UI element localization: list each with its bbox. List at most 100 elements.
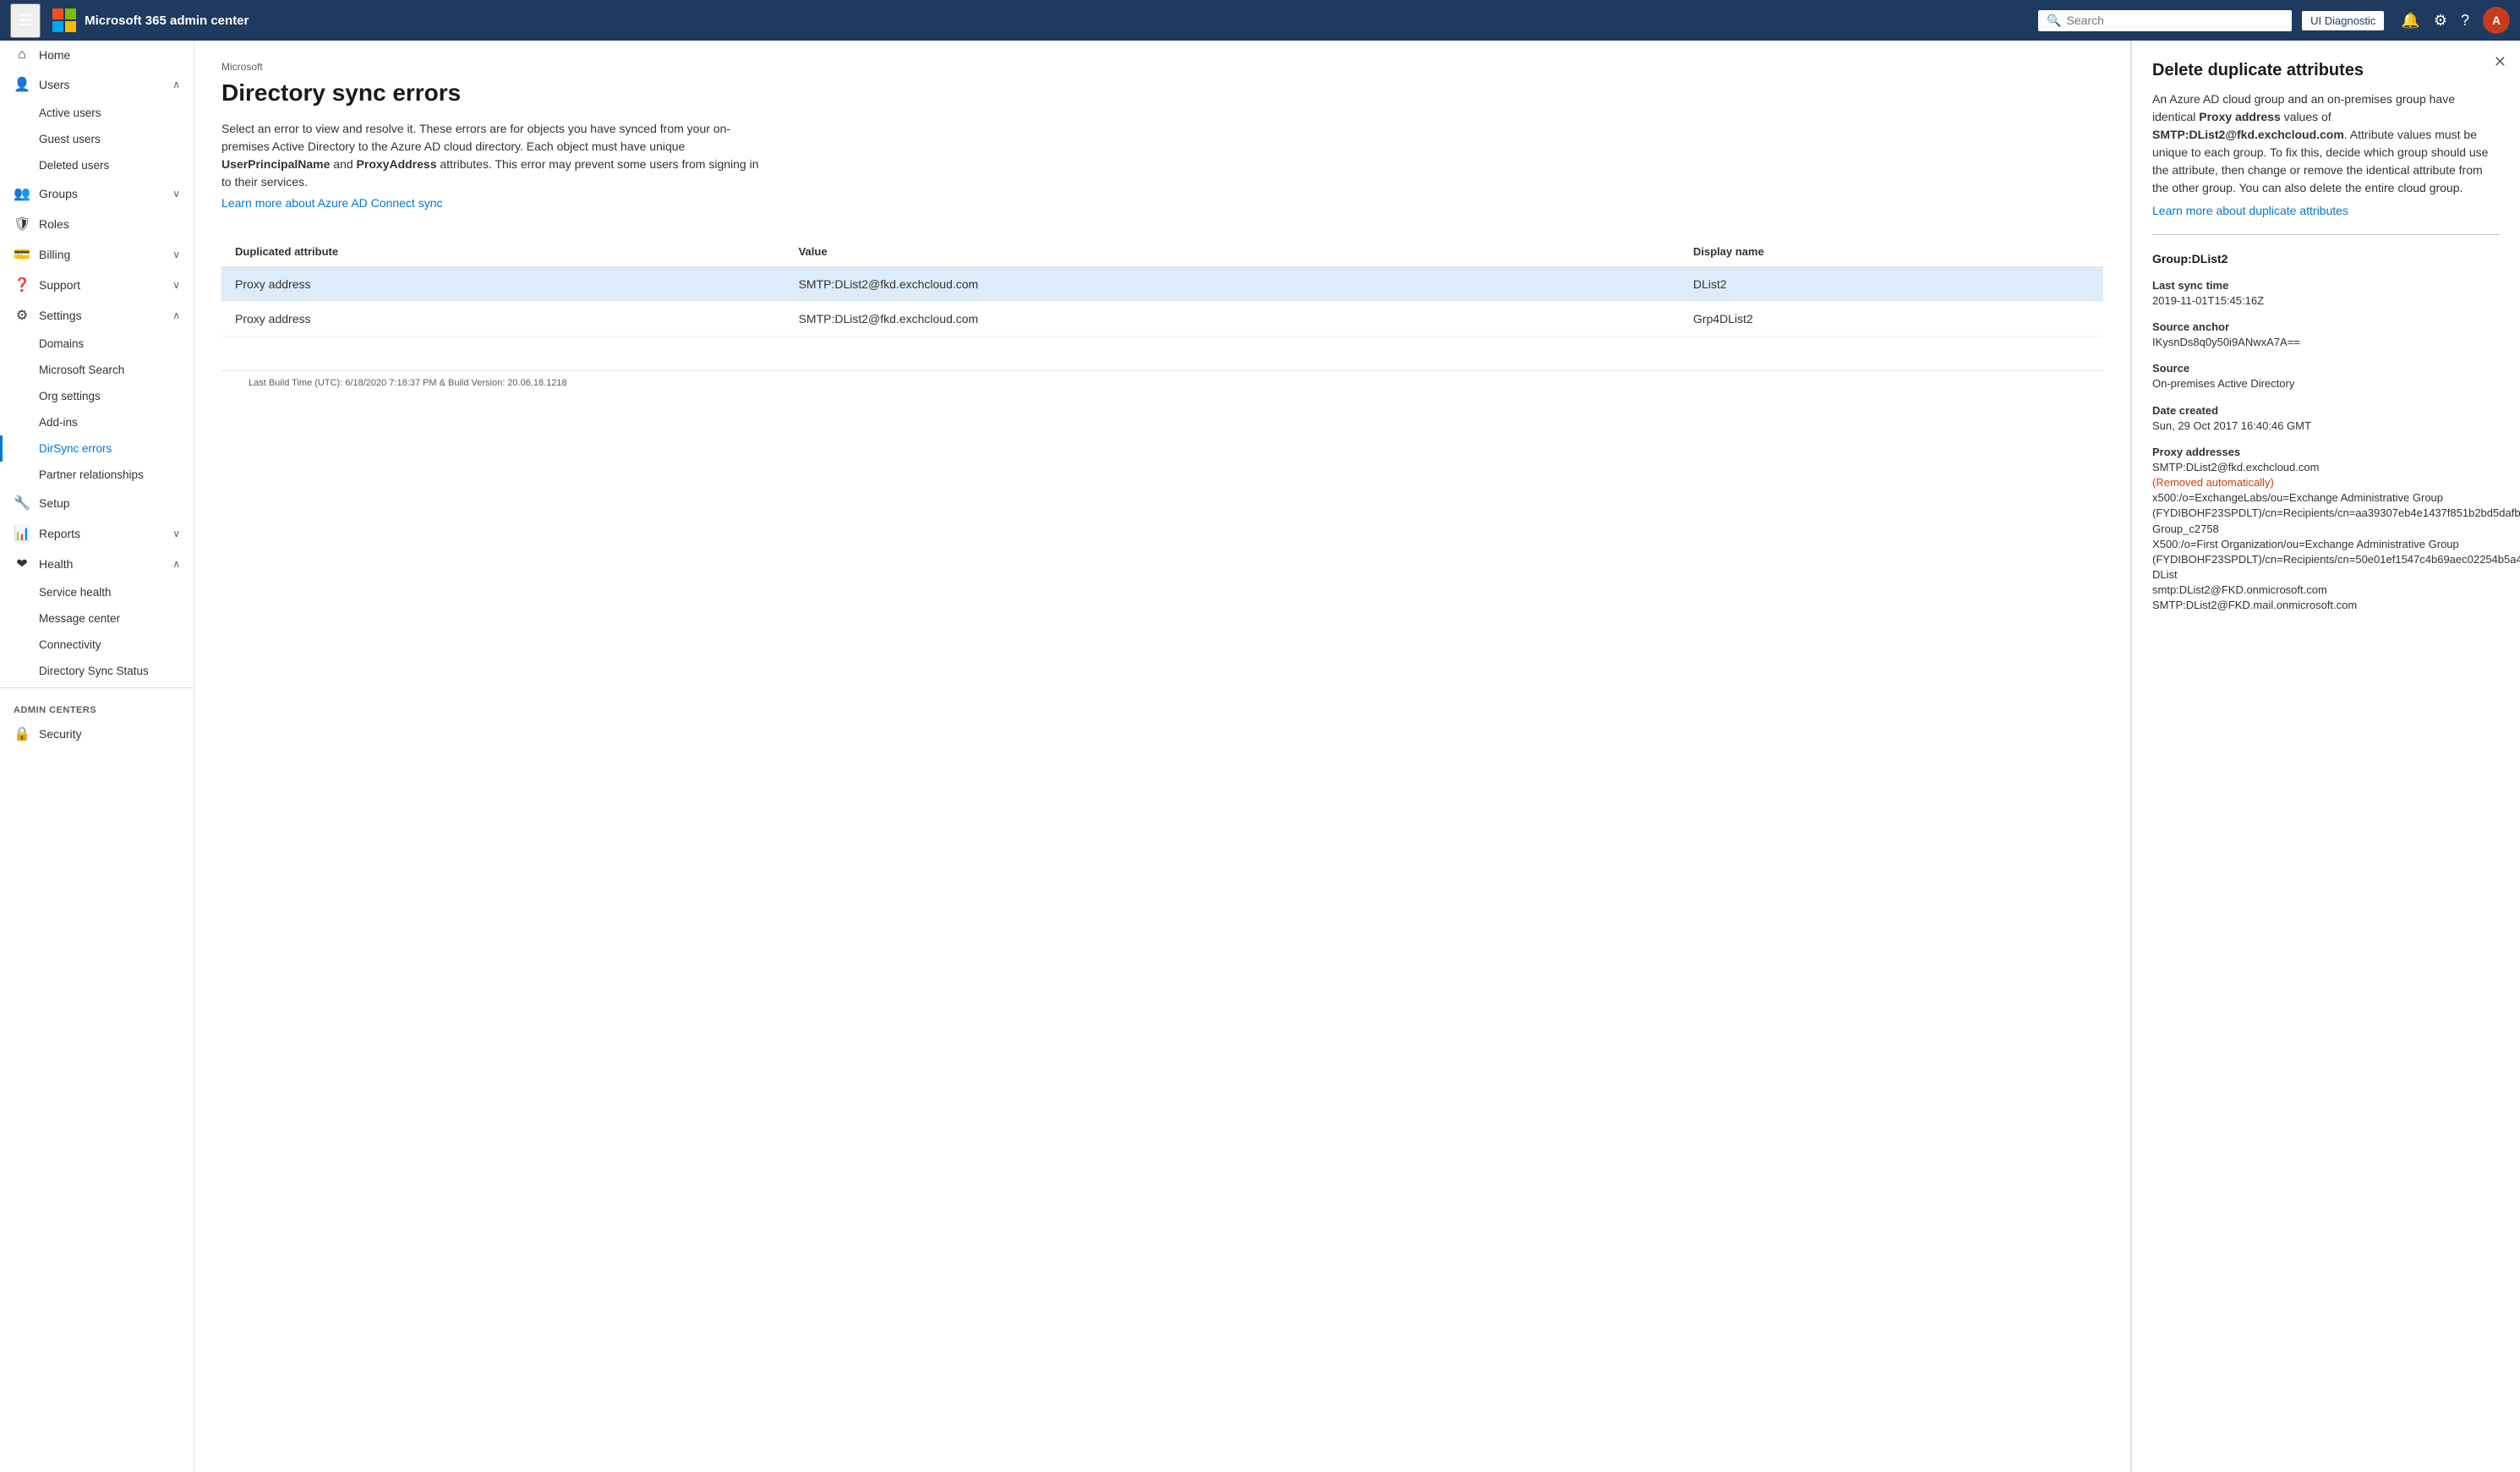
cell-duplicated-attribute: Proxy address — [221, 302, 785, 337]
proxy-address-value-1-4: smtp:DList2@FKD.onmicrosoft.com — [2152, 583, 2520, 598]
sidebar-item-partner-relationships[interactable]: Partner relationships — [0, 462, 194, 488]
detail-field-date-created-1: Date created Sun, 29 Oct 2017 16:40:46 G… — [2152, 404, 2520, 434]
notifications-icon[interactable]: 🔔 — [2401, 12, 2419, 30]
sidebar-item-org-settings[interactable]: Org settings — [0, 383, 194, 409]
sidebar-label-deleted-users: Deleted users — [39, 159, 180, 172]
sidebar-label-groups: Groups — [39, 187, 164, 200]
table-row[interactable]: Proxy address SMTP:DList2@fkd.exchcloud.… — [221, 267, 2103, 302]
reports-icon: 📊 — [14, 525, 30, 542]
sidebar-item-message-center[interactable]: Message center — [0, 605, 194, 632]
source-label-1: Source — [2152, 362, 2520, 375]
avatar[interactable]: A — [2483, 7, 2510, 34]
table-row[interactable]: Proxy address SMTP:DList2@fkd.exchcloud.… — [221, 302, 2103, 337]
learn-more-duplicate-link[interactable]: Learn more about duplicate attributes — [2152, 204, 2348, 217]
chevron-down-icon: ∨ — [172, 279, 180, 291]
detail-desc-2: values of — [2281, 110, 2331, 123]
settings-submenu: Domains Microsoft Search Org settings Ad… — [0, 331, 194, 488]
page-description: Select an error to view and resolve it. … — [221, 120, 771, 191]
cell-display-name: DList2 — [1680, 267, 2103, 302]
detail-title: Delete duplicate attributes — [2152, 61, 2500, 80]
settings-nav-icon: ⚙ — [14, 307, 30, 324]
detail-columns: Group:DList2 Last sync time 2019-11-01T1… — [2152, 252, 2500, 626]
sidebar-item-setup[interactable]: 🔧 Setup — [0, 488, 194, 518]
sidebar-item-active-users[interactable]: Active users — [0, 100, 194, 126]
proxy-address-value-1-0: SMTP:DList2@fkd.exchcloud.com — [2152, 460, 2520, 475]
sidebar-label-health: Health — [39, 557, 164, 571]
proxy-address-value-1-3: X500:/o=First Organization/ou=Exchange A… — [2152, 537, 2520, 583]
proxy-address-value-1-1: (Removed automatically) — [2152, 475, 2520, 490]
sidebar-item-service-health[interactable]: Service health — [0, 579, 194, 605]
sidebar-item-support[interactable]: ❓ Support ∨ — [0, 270, 194, 300]
hamburger-menu[interactable]: ☰ — [10, 3, 41, 38]
sidebar-item-dirsync-errors[interactable]: DirSync errors — [0, 435, 194, 462]
chevron-up-icon: ∧ — [172, 79, 180, 90]
cell-value: SMTP:DList2@fkd.exchcloud.com — [785, 302, 1680, 337]
sidebar-item-add-ins[interactable]: Add-ins — [0, 409, 194, 435]
sidebar-item-connectivity[interactable]: Connectivity — [0, 632, 194, 658]
sidebar-label-support: Support — [39, 278, 164, 292]
sidebar-item-security[interactable]: 🔒 Security — [0, 719, 194, 749]
sidebar-item-settings[interactable]: ⚙ Settings ∧ — [0, 300, 194, 331]
last-sync-label-1: Last sync time — [2152, 279, 2520, 292]
close-button[interactable]: ✕ — [2494, 54, 2506, 69]
search-box[interactable]: 🔍 — [2038, 10, 2292, 31]
source-value-1: On-premises Active Directory — [2152, 376, 2520, 391]
sidebar-item-roles[interactable]: 🛡 Roles — [0, 209, 194, 239]
microsoft-logo-icon — [51, 7, 78, 34]
table-section: Duplicated attribute Value Display name … — [221, 237, 2103, 337]
help-icon[interactable]: ? — [2461, 12, 2469, 30]
date-created-label-1: Date created — [2152, 404, 2520, 417]
description-text-1: Select an error to view and resolve it. … — [221, 122, 730, 153]
detail-divider — [2152, 234, 2500, 235]
table-body: Proxy address SMTP:DList2@fkd.exchcloud.… — [221, 267, 2103, 337]
sidebar-label-partner-relationships: Partner relationships — [39, 468, 180, 481]
detail-field-last-sync-1: Last sync time 2019-11-01T15:45:16Z — [2152, 279, 2520, 309]
page-title: Directory sync errors — [221, 79, 2103, 107]
sidebar-item-users[interactable]: 👤 Users ∧ — [0, 69, 194, 100]
sidebar-item-health[interactable]: ❤ Health ∧ — [0, 549, 194, 579]
sidebar-item-domains[interactable]: Domains — [0, 331, 194, 357]
errors-table: Duplicated attribute Value Display name … — [221, 237, 2103, 337]
home-icon: ⌂ — [14, 47, 30, 63]
sidebar-label-roles: Roles — [39, 217, 180, 231]
source-anchor-label-1: Source anchor — [2152, 320, 2520, 333]
sidebar-label-home: Home — [39, 48, 180, 62]
detail-field-source-anchor-1: Source anchor IKysnDs8q0y50i9ANwxA7A== — [2152, 320, 2520, 350]
sidebar: ⌂ Home 👤 Users ∧ Active users Guest user… — [0, 41, 194, 1472]
sidebar-label-microsoft-search: Microsoft Search — [39, 364, 180, 376]
chevron-up-icon: ∧ — [172, 309, 180, 321]
ui-diagnostic-button[interactable]: UI Diagnostic — [2302, 11, 2384, 30]
detail-desc-bold2: SMTP:DList2@fkd.exchcloud.com — [2152, 128, 2344, 141]
sidebar-item-groups[interactable]: 👥 Groups ∨ — [0, 178, 194, 209]
top-navigation: ☰ Microsoft 365 admin center 🔍 UI Diagno… — [0, 0, 2520, 41]
sidebar-label-connectivity: Connectivity — [39, 638, 180, 651]
sidebar-label-message-center: Message center — [39, 612, 180, 625]
sidebar-item-guest-users[interactable]: Guest users — [0, 126, 194, 152]
chevron-down-icon: ∨ — [172, 188, 180, 200]
setup-icon: 🔧 — [14, 495, 30, 512]
proxy-address-value-1-5: SMTP:DList2@FKD.mail.onmicrosoft.com — [2152, 598, 2520, 613]
sidebar-label-billing: Billing — [39, 248, 164, 261]
health-icon: ❤ — [14, 555, 30, 572]
support-icon: ❓ — [14, 276, 30, 293]
sidebar-label-reports: Reports — [39, 527, 164, 540]
footer-text: Last Build Time (UTC): 6/18/2020 7:18:37… — [221, 370, 2103, 395]
sidebar-label-dirsync-errors: DirSync errors — [39, 442, 180, 455]
detail-col-1: Group:DList2 Last sync time 2019-11-01T1… — [2152, 252, 2520, 626]
sidebar-item-deleted-users[interactable]: Deleted users — [0, 152, 194, 178]
main-layout: ⌂ Home 👤 Users ∧ Active users Guest user… — [0, 41, 2520, 1472]
source-anchor-value-1: IKysnDs8q0y50i9ANwxA7A== — [2152, 335, 2520, 350]
sidebar-item-reports[interactable]: 📊 Reports ∨ — [0, 518, 194, 549]
sidebar-item-billing[interactable]: 💳 Billing ∨ — [0, 239, 194, 270]
learn-more-sync-link[interactable]: Learn more about Azure AD Connect sync — [221, 196, 442, 210]
sidebar-label-users: Users — [39, 78, 164, 91]
detail-field-source-1: Source On-premises Active Directory — [2152, 362, 2520, 391]
settings-icon[interactable]: ⚙ — [2434, 12, 2447, 30]
sidebar-item-directory-sync-status[interactable]: Directory Sync Status — [0, 658, 194, 684]
health-submenu: Service health Message center Connectivi… — [0, 579, 194, 684]
last-sync-value-1: 2019-11-01T15:45:16Z — [2152, 293, 2520, 309]
sidebar-item-home[interactable]: ⌂ Home — [0, 41, 194, 69]
search-input[interactable] — [2067, 14, 2284, 27]
sidebar-item-microsoft-search[interactable]: Microsoft Search — [0, 357, 194, 383]
description-bold-1: UserPrincipalName — [221, 157, 330, 171]
